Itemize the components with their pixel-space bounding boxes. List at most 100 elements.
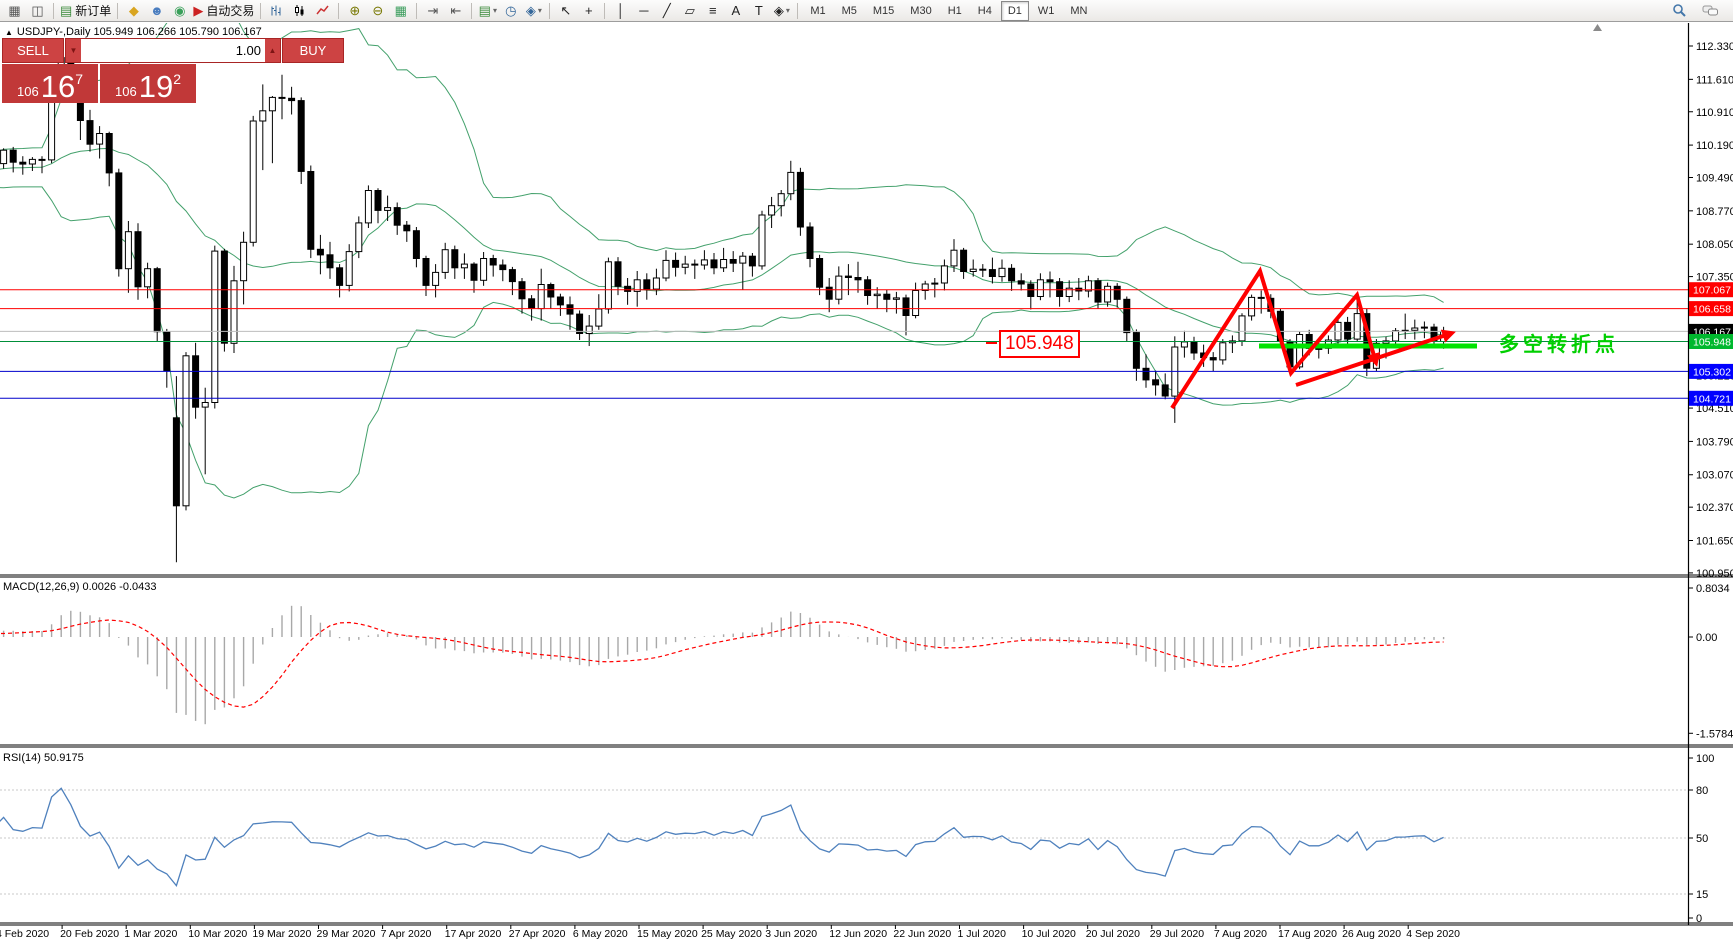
auto-scroll-button[interactable]: ⇥ — [421, 1, 444, 21]
highlighter-button[interactable]: ◆ — [122, 1, 145, 21]
fibonacci-button[interactable]: ≡ — [701, 1, 724, 21]
zoom-in-button[interactable]: ⊕ — [343, 1, 366, 21]
candle — [519, 282, 525, 299]
trendline-button[interactable]: ╱ — [655, 1, 678, 21]
candle — [836, 276, 842, 299]
candle — [221, 251, 227, 343]
autotrade-button[interactable]: ▶自动交易 — [191, 1, 256, 21]
buy-price-big-figure: 106 — [115, 85, 137, 99]
buy-price-point: 2 — [173, 72, 181, 86]
toolbar-separator — [117, 3, 118, 19]
candle-chart-button[interactable] — [288, 1, 311, 21]
buy-button[interactable]: BUY — [282, 38, 344, 63]
candle — [721, 260, 727, 268]
candle — [394, 208, 400, 226]
candle — [932, 283, 938, 284]
candle — [548, 285, 554, 298]
svg-text:7 Aug 2020: 7 Aug 2020 — [1214, 928, 1267, 940]
arrow-tools-button[interactable]: ◈▾ — [770, 1, 793, 21]
turning-point-annotation[interactable]: 多空转折点 — [1499, 328, 1619, 357]
search-button[interactable] — [1668, 1, 1691, 21]
arrow-tools-dropdown-icon[interactable]: ▾ — [786, 7, 790, 15]
timeframe-m5-button[interactable]: M5 — [835, 1, 864, 21]
tile-windows-button[interactable]: ▦ — [389, 1, 412, 21]
chart-canvas[interactable]: 112.330111.610110.910110.190109.490108.7… — [0, 0, 1733, 940]
macd-pane-layer — [0, 606, 1444, 724]
candle — [663, 260, 669, 278]
candle — [529, 299, 535, 309]
crosshair-icon: + — [585, 4, 593, 17]
rsi-indicator-label: RSI(14) 50.9175 — [3, 752, 84, 764]
volume-input[interactable] — [81, 39, 265, 62]
crosshair-button[interactable]: + — [577, 1, 600, 21]
templates-dropdown-icon[interactable]: ▾ — [538, 7, 542, 15]
new-order-button[interactable]: ▤新订单 — [58, 1, 113, 21]
candle — [1143, 368, 1149, 380]
tick-chart-button[interactable]: ◫ — [26, 1, 49, 21]
candle — [10, 150, 16, 162]
svg-text:4 Feb 2020: 4 Feb 2020 — [0, 928, 49, 940]
timeframe-mn-button[interactable]: MN — [1063, 1, 1094, 21]
axes-layer[interactable]: 112.330111.610110.910110.190109.490108.7… — [0, 23, 1733, 940]
candle — [183, 356, 189, 506]
vertical-line-button[interactable]: │ — [609, 1, 632, 21]
charts-list-button[interactable]: ▦ — [3, 1, 26, 21]
candle — [49, 96, 55, 160]
timeframe-h1-button[interactable]: H1 — [941, 1, 969, 21]
timeframe-h4-button[interactable]: H4 — [971, 1, 999, 21]
volume-increase-button[interactable]: ▲ — [265, 39, 280, 62]
candle — [913, 291, 919, 316]
svg-text:103.070: 103.070 — [1696, 470, 1733, 482]
line-chart-button[interactable] — [311, 1, 334, 21]
timeframe-m15-button[interactable]: M15 — [866, 1, 901, 21]
timeframe-m1-button[interactable]: M1 — [803, 1, 832, 21]
chat-button[interactable] — [1699, 1, 1722, 21]
profile-icon: ☻ — [150, 4, 164, 17]
sell-button[interactable]: SELL — [2, 38, 64, 63]
indicators-button[interactable]: ▤▾ — [476, 1, 499, 21]
candle — [989, 270, 995, 277]
text-label-button[interactable]: T — [747, 1, 770, 21]
volume-decrease-button[interactable]: ▼ — [66, 39, 81, 62]
candle — [1009, 268, 1015, 281]
timeframe-d1-button[interactable]: D1 — [1001, 1, 1029, 21]
timeframe-w1-button[interactable]: W1 — [1031, 1, 1062, 21]
symbol-info-line: ▲ USDJPY-,Daily 105.949 106.266 105.790 … — [5, 26, 262, 38]
svg-text:17 Apr 2020: 17 Apr 2020 — [445, 928, 502, 940]
candle — [385, 208, 391, 211]
sell-price-button[interactable]: 106 16 7 — [2, 64, 98, 103]
price-annotation-box[interactable]: 105.948 — [999, 330, 1080, 358]
timeframe-m30-button[interactable]: M30 — [903, 1, 938, 21]
cursor-button[interactable]: ↖ — [554, 1, 577, 21]
zoom-out-button[interactable]: ⊖ — [366, 1, 389, 21]
periods-button[interactable]: ◷ — [499, 1, 522, 21]
new-order-label: 新订单 — [75, 5, 111, 17]
highlighter-icon: ◆ — [129, 4, 139, 17]
candle — [1220, 343, 1226, 360]
candle — [817, 259, 823, 288]
candle — [596, 309, 602, 326]
buy-price-button[interactable]: 106 19 2 — [100, 64, 196, 103]
svg-text:0.00: 0.00 — [1696, 632, 1717, 644]
horizontal-line-button[interactable]: ─ — [632, 1, 655, 21]
candle — [615, 262, 621, 287]
macd-indicator-label: MACD(12,26,9) 0.0026 -0.0433 — [3, 581, 156, 593]
svg-text:108.050: 108.050 — [1696, 239, 1733, 251]
indicators-dropdown-icon[interactable]: ▾ — [493, 7, 497, 15]
candle — [845, 276, 851, 277]
toolbar-separator — [797, 3, 798, 19]
fibonacci-icon: ≡ — [709, 4, 717, 17]
text-button[interactable]: A — [724, 1, 747, 21]
macd-signal-line — [0, 620, 1444, 707]
channel-button[interactable]: ▱ — [678, 1, 701, 21]
bar-chart-button[interactable] — [265, 1, 288, 21]
candle — [509, 270, 515, 282]
chart-shift-button[interactable]: ⇤ — [444, 1, 467, 21]
candle — [413, 231, 419, 259]
profile-button[interactable]: ☻ — [145, 1, 168, 21]
text-icon: A — [731, 4, 740, 17]
rsi-line — [0, 788, 1444, 885]
candle — [1239, 316, 1245, 341]
signal-button[interactable]: ◉ — [168, 1, 191, 21]
templates-button[interactable]: ◈▾ — [522, 1, 545, 21]
